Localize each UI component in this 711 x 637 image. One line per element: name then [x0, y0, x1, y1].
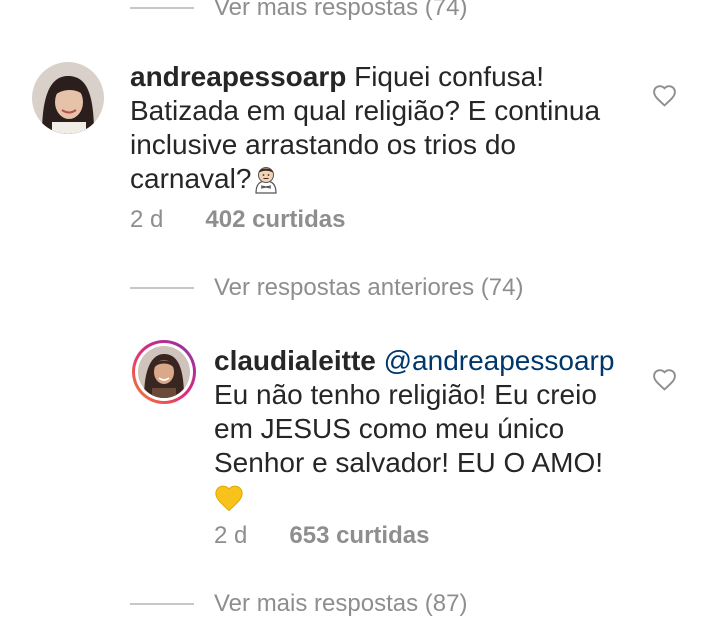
comment-text: carnaval?: [130, 163, 252, 194]
like-heart-icon[interactable]: [652, 84, 677, 112]
like-heart-icon[interactable]: [652, 368, 677, 396]
comment-line: claudialeitte @andreapessoarp: [214, 344, 644, 378]
comment-line: em JESUS como meu único: [214, 413, 565, 444]
avatar-image: [32, 62, 104, 134]
comment-meta: 2 d 653 curtidas: [214, 522, 429, 550]
yellow-heart-emoji-icon: [214, 484, 244, 520]
mention-link[interactable]: @andreapessoarp: [384, 345, 615, 376]
comment-line: [214, 480, 644, 520]
comment-time: 2 d: [214, 522, 248, 549]
view-previous-replies-label[interactable]: Ver respostas anteriores (74): [214, 274, 523, 302]
comment-andreapessoarp: andreapessoarp Fiquei confusa! Batizada …: [0, 0, 711, 240]
comment-username[interactable]: claudialeitte: [214, 345, 376, 376]
view-more-replies-label[interactable]: Ver mais respostas (87): [214, 590, 467, 618]
comment-body: claudialeitte @andreapessoarp Eu não ten…: [214, 344, 644, 520]
comment-likes[interactable]: 653 curtidas: [289, 522, 429, 550]
avatar-image: [138, 346, 190, 398]
comment-body: andreapessoarp Fiquei confusa! Batizada …: [130, 60, 630, 202]
comment-line: Batizada em qual religião? E continua: [130, 95, 601, 126]
comment-line: carnaval?: [130, 162, 630, 202]
person-shrugging-emoji-icon: [251, 164, 281, 202]
comment-line: Senhor e salvador! EU O AMO!: [214, 447, 604, 478]
comment-likes[interactable]: 402 curtidas: [205, 206, 345, 234]
comment-meta: 2 d 402 curtidas: [130, 206, 345, 234]
comment-time: 2 d: [130, 206, 164, 233]
comment-username[interactable]: andreapessoarp: [130, 61, 346, 92]
comment-line: andreapessoarp Fiquei confusa!: [130, 60, 630, 94]
view-previous-replies[interactable]: Ver respostas anteriores (74): [130, 274, 523, 302]
view-more-replies-bottom[interactable]: Ver mais respostas (87): [130, 590, 467, 618]
comment-line: Eu não tenho religião! Eu creio: [214, 379, 597, 410]
comment-text: Fiquei confusa!: [354, 61, 544, 92]
avatar-story-ring[interactable]: [132, 340, 196, 404]
reply-claudialeitte: claudialeitte @andreapessoarp Eu não ten…: [0, 320, 711, 560]
divider-line: [130, 287, 194, 289]
divider-line: [130, 603, 194, 605]
avatar[interactable]: [32, 62, 104, 134]
comment-line: inclusive arrastando os trios do: [130, 129, 516, 160]
